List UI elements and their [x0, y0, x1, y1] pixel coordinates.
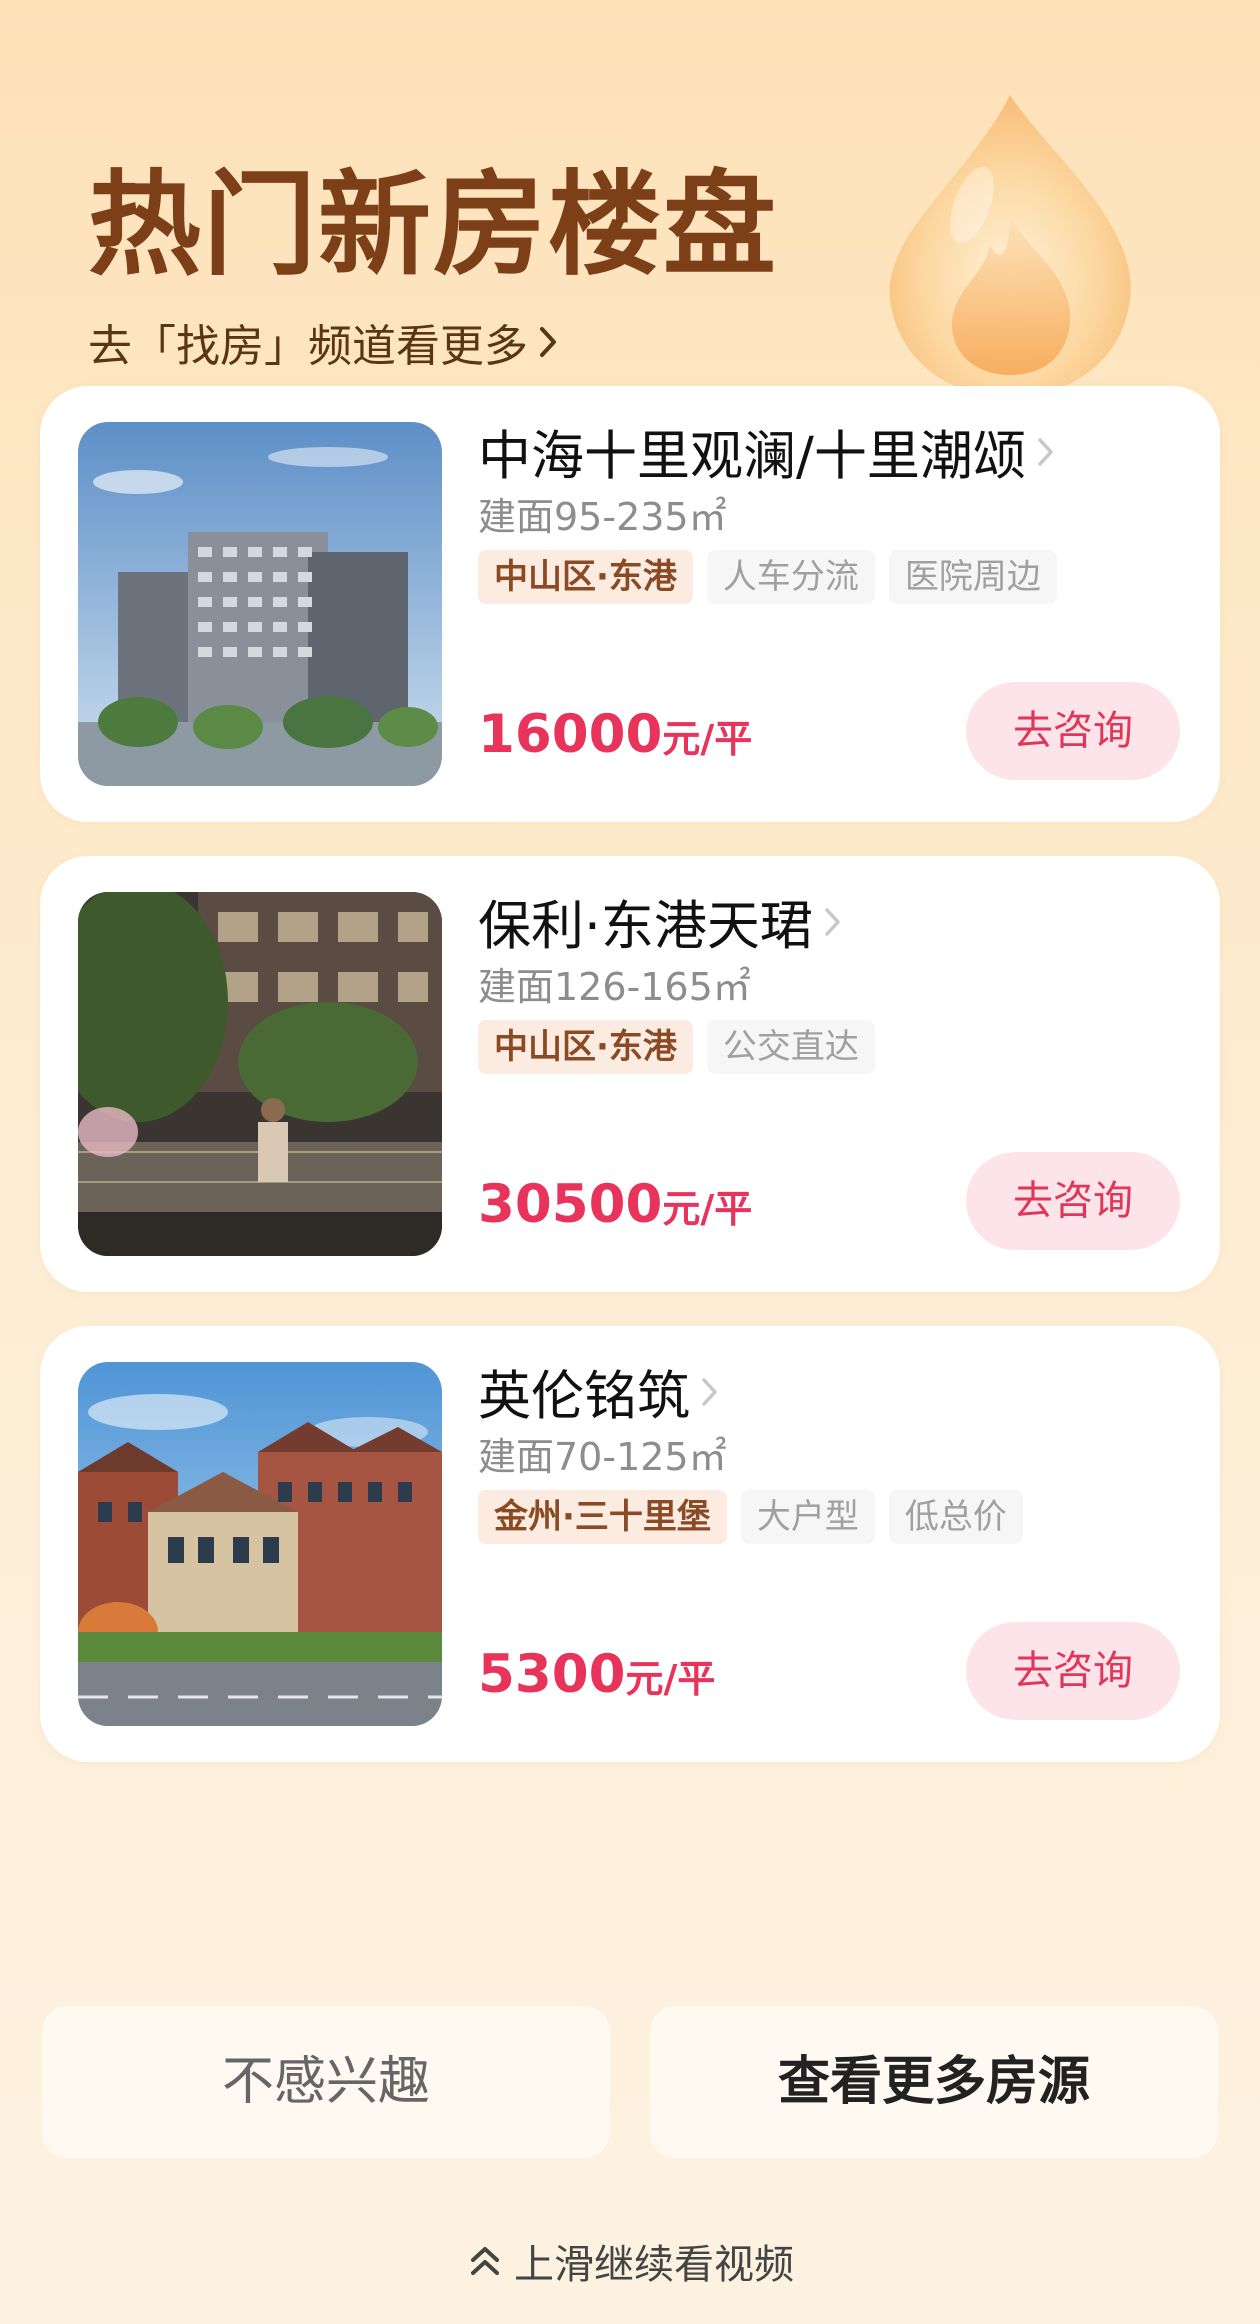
listing-price: 30500元/平	[478, 1174, 752, 1235]
listing-photo[interactable]	[78, 1362, 442, 1726]
listing-area: 建面95-235㎡	[478, 495, 727, 539]
listing-title[interactable]: 保利·东港天珺	[478, 884, 845, 960]
flame-icon	[889, 95, 1131, 397]
listing-price: 16000元/平	[478, 704, 752, 765]
price-value: 16000	[478, 704, 663, 765]
page-title: 热门新房楼盘	[88, 159, 778, 291]
listing-card[interactable]: 保利·东港天珺 建面126-165㎡ 中山区·东港 公交直达 30500元/平 …	[40, 856, 1220, 1292]
listing-name: 保利·东港天珺	[478, 896, 813, 957]
listing-tags: 中山区·东港 公交直达	[478, 1020, 889, 1074]
listing-title[interactable]: 中海十里观澜/十里潮颂	[478, 414, 1058, 490]
swipe-up-hint-label: 上滑继续看视频	[514, 2242, 794, 2288]
consult-button[interactable]: 去咨询	[966, 1152, 1180, 1250]
not-interested-button[interactable]: 不感兴趣	[42, 2006, 610, 2158]
consult-button[interactable]: 去咨询	[966, 682, 1180, 780]
feature-tag: 公交直达	[706, 1020, 875, 1074]
price-unit: 元/平	[625, 1657, 716, 1701]
view-more-listings-button[interactable]: 查看更多房源	[650, 2006, 1218, 2158]
consult-button[interactable]: 去咨询	[966, 1622, 1180, 1720]
swipe-up-hint[interactable]: 上滑继续看视频	[0, 2232, 1260, 2290]
listing-title[interactable]: 英伦铭筑	[478, 1354, 722, 1430]
header: 热门新房楼盘 去「找房」频道看更多	[88, 160, 778, 374]
listing-price: 5300元/平	[478, 1644, 715, 1705]
listing-tags: 金州·三十里堡 大户型 低总价	[478, 1490, 1037, 1544]
listing-photo[interactable]	[78, 422, 442, 786]
price-unit: 元/平	[662, 1187, 753, 1231]
feature-tag: 大户型	[740, 1490, 875, 1544]
find-house-channel-link[interactable]: 去「找房」频道看更多	[88, 310, 778, 374]
chevron-right-icon	[540, 327, 556, 357]
location-tag: 中山区·东港	[478, 1020, 693, 1074]
listing-photo[interactable]	[78, 892, 442, 1256]
price-unit: 元/平	[662, 717, 753, 761]
chevron-up-double-icon	[471, 2247, 499, 2275]
feature-tag: 医院周边	[888, 550, 1057, 604]
chevron-right-icon	[825, 908, 840, 936]
listing-name: 中海十里观澜/十里潮颂	[478, 426, 1026, 487]
price-value: 30500	[478, 1174, 663, 1235]
chevron-right-icon	[702, 1378, 717, 1406]
feature-tag: 低总价	[888, 1490, 1023, 1544]
feature-tag: 人车分流	[706, 550, 875, 604]
price-value: 5300	[478, 1644, 626, 1705]
find-house-channel-link-label: 去「找房」频道看更多	[88, 321, 528, 372]
listing-card[interactable]: 英伦铭筑 建面70-125㎡ 金州·三十里堡 大户型 低总价 5300元/平 去…	[40, 1326, 1220, 1762]
listing-name: 英伦铭筑	[478, 1366, 690, 1427]
listing-card[interactable]: 中海十里观澜/十里潮颂 建面95-235㎡ 中山区·东港 人车分流 医院周边 1…	[40, 386, 1220, 822]
listing-area: 建面126-165㎡	[478, 965, 751, 1009]
location-tag: 中山区·东港	[478, 550, 693, 604]
location-tag: 金州·三十里堡	[478, 1490, 727, 1544]
chevron-right-icon	[1038, 438, 1053, 466]
listing-tags: 中山区·东港 人车分流 医院周边	[478, 550, 1071, 604]
listing-area: 建面70-125㎡	[478, 1435, 727, 1479]
